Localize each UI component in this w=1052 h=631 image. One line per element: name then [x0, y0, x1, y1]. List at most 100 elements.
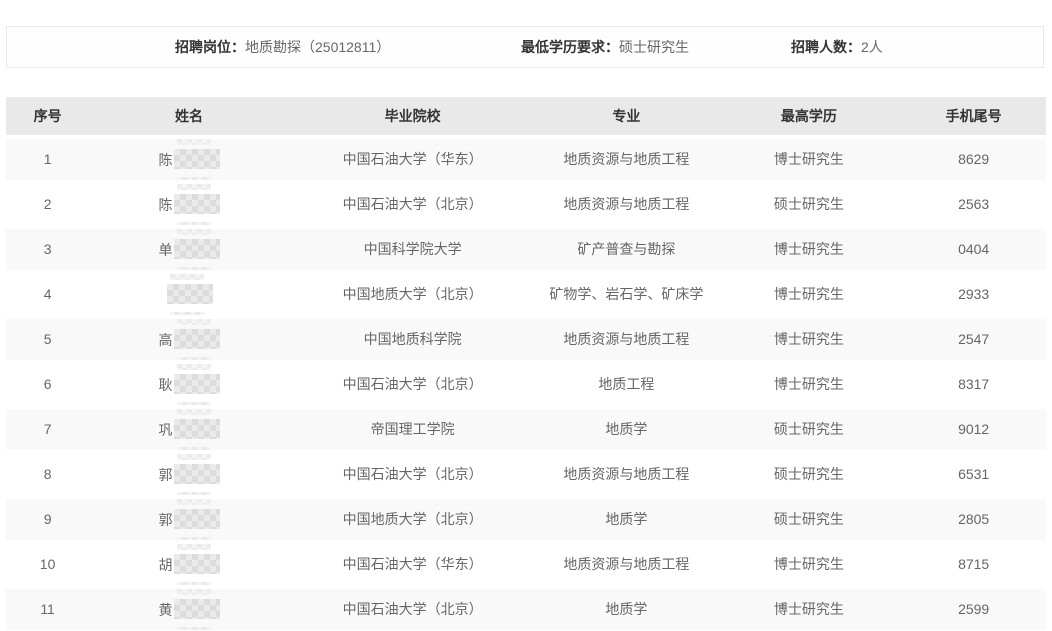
cell-school: 中国石油大学（华东） [289, 139, 537, 180]
cell-seq: 2 [6, 184, 89, 225]
cell-seq: 9 [6, 499, 89, 540]
cell-seq: 5 [6, 319, 89, 360]
name-visible-char: 陈 [159, 185, 173, 225]
table-row: 11 黄 中国石油大学（北京） 地质学 博士研究生 2599 [6, 589, 1046, 630]
column-header-school: 毕业院校 [289, 97, 537, 135]
cell-major: 地质资源与地质工程 [536, 544, 716, 585]
name-redaction-mosaic [174, 554, 220, 574]
table-row: 3 单 中国科学院大学 矿产普查与勘探 博士研究生 0404 [6, 229, 1046, 270]
name-redaction-mosaic [174, 194, 220, 214]
cell-major: 地质资源与地质工程 [536, 454, 716, 495]
cell-major: 地质资源与地质工程 [536, 319, 716, 360]
cell-phone-tail: 8629 [901, 139, 1046, 180]
cell-name: 单 [89, 229, 289, 270]
redacted-name: 陈 [159, 184, 220, 225]
name-redaction-mosaic [174, 419, 220, 439]
table-row: 4 中国地质大学（北京） 矿物学、岩石学、矿床学 博士研究生 2933 [6, 274, 1046, 315]
info-item-min-education: 最低学历要求：硕士研究生 [521, 27, 689, 67]
name-visible-char: 陈 [159, 140, 173, 180]
cell-seq: 1 [6, 139, 89, 180]
name-visible-char: 巩 [159, 410, 173, 450]
column-header-seq: 序号 [6, 97, 89, 135]
name-visible-char: 郭 [159, 500, 173, 540]
candidate-table: 序号 姓名 毕业院校 专业 最高学历 手机尾号 1 陈 中国石油大学（华东） 地… [6, 97, 1046, 630]
cell-degree: 博士研究生 [716, 364, 901, 405]
name-redaction-mosaic [174, 464, 220, 484]
headcount-label: 招聘人数： [791, 39, 861, 55]
cell-seq: 8 [6, 454, 89, 495]
name-visible-char: 单 [159, 230, 173, 270]
redacted-name: 郭 [159, 499, 220, 540]
name-redaction-mosaic [174, 149, 220, 169]
redacted-name: 陈 [159, 139, 220, 180]
min-education-value: 硕士研究生 [619, 39, 689, 55]
table-body: 1 陈 中国石油大学（华东） 地质资源与地质工程 博士研究生 8629 2 陈 … [6, 139, 1046, 630]
cell-seq: 7 [6, 409, 89, 450]
redacted-name: 巩 [159, 409, 220, 450]
cell-name: 高 [89, 319, 289, 360]
cell-name: 陈 [89, 139, 289, 180]
cell-degree: 硕士研究生 [716, 454, 901, 495]
cell-phone-tail: 8317 [901, 364, 1046, 405]
name-redaction-mosaic [174, 374, 220, 394]
cell-name: 黄 [89, 589, 289, 630]
cell-school: 中国石油大学（北京） [289, 589, 537, 630]
column-header-phone-tail: 手机尾号 [901, 97, 1046, 135]
min-education-label: 最低学历要求： [521, 39, 619, 55]
cell-major: 地质学 [536, 499, 716, 540]
cell-phone-tail: 9012 [901, 409, 1046, 450]
cell-major: 地质学 [536, 409, 716, 450]
cell-degree: 博士研究生 [716, 229, 901, 270]
name-redaction-mosaic [174, 599, 220, 619]
cell-name: 巩 [89, 409, 289, 450]
cell-degree: 硕士研究生 [716, 184, 901, 225]
cell-major: 地质资源与地质工程 [536, 184, 716, 225]
cell-seq: 3 [6, 229, 89, 270]
cell-phone-tail: 2547 [901, 319, 1046, 360]
cell-school: 中国科学院大学 [289, 229, 537, 270]
cell-major: 地质资源与地质工程 [536, 139, 716, 180]
cell-degree: 硕士研究生 [716, 409, 901, 450]
cell-school: 中国地质大学（北京） [289, 499, 537, 540]
cell-name: 陈 [89, 184, 289, 225]
position-label: 招聘岗位： [175, 39, 245, 55]
redacted-name: 胡 [159, 544, 220, 585]
cell-phone-tail: 2805 [901, 499, 1046, 540]
name-redaction-mosaic [167, 284, 213, 304]
name-visible-char: 耿 [159, 365, 173, 405]
cell-degree: 博士研究生 [716, 589, 901, 630]
cell-school: 帝国理工学院 [289, 409, 537, 450]
redacted-name: 郭 [159, 454, 220, 495]
name-redaction-mosaic [174, 329, 220, 349]
table-row: 2 陈 中国石油大学（北京） 地质资源与地质工程 硕士研究生 2563 [6, 184, 1046, 225]
cell-phone-tail: 6531 [901, 454, 1046, 495]
cell-major: 矿产普查与勘探 [536, 229, 716, 270]
cell-phone-tail: 8715 [901, 544, 1046, 585]
cell-phone-tail: 2599 [901, 589, 1046, 630]
cell-school: 中国石油大学（北京） [289, 364, 537, 405]
column-header-degree: 最高学历 [716, 97, 901, 135]
cell-school: 中国地质大学（北京） [289, 274, 537, 315]
table-row: 9 郭 中国地质大学（北京） 地质学 硕士研究生 2805 [6, 499, 1046, 540]
recruitment-info-bar: 招聘岗位：地质勘探（25012811） 最低学历要求：硕士研究生 招聘人数：2人 [6, 26, 1044, 68]
table-row: 7 巩 帝国理工学院 地质学 硕士研究生 9012 [6, 409, 1046, 450]
table-row: 6 耿 中国石油大学（北京） 地质工程 博士研究生 8317 [6, 364, 1046, 405]
info-item-headcount: 招聘人数：2人 [791, 27, 883, 67]
redacted-name [166, 274, 213, 315]
cell-degree: 博士研究生 [716, 319, 901, 360]
headcount-value: 2人 [861, 39, 883, 55]
position-value: 地质勘探（25012811） [245, 39, 390, 55]
table-row: 10 胡 中国石油大学（华东） 地质资源与地质工程 博士研究生 8715 [6, 544, 1046, 585]
cell-name: 耿 [89, 364, 289, 405]
cell-major: 地质学 [536, 589, 716, 630]
table-row: 1 陈 中国石油大学（华东） 地质资源与地质工程 博士研究生 8629 [6, 139, 1046, 180]
table-row: 5 高 中国地质科学院 地质资源与地质工程 博士研究生 2547 [6, 319, 1046, 360]
cell-degree: 博士研究生 [716, 139, 901, 180]
info-item-position: 招聘岗位：地质勘探（25012811） [175, 27, 390, 67]
cell-school: 中国石油大学（华东） [289, 544, 537, 585]
cell-school: 中国石油大学（北京） [289, 454, 537, 495]
cell-seq: 10 [6, 544, 89, 585]
table-row: 8 郭 中国石油大学（北京） 地质资源与地质工程 硕士研究生 6531 [6, 454, 1046, 495]
cell-major: 矿物学、岩石学、矿床学 [536, 274, 716, 315]
name-visible-char: 黄 [159, 590, 173, 630]
